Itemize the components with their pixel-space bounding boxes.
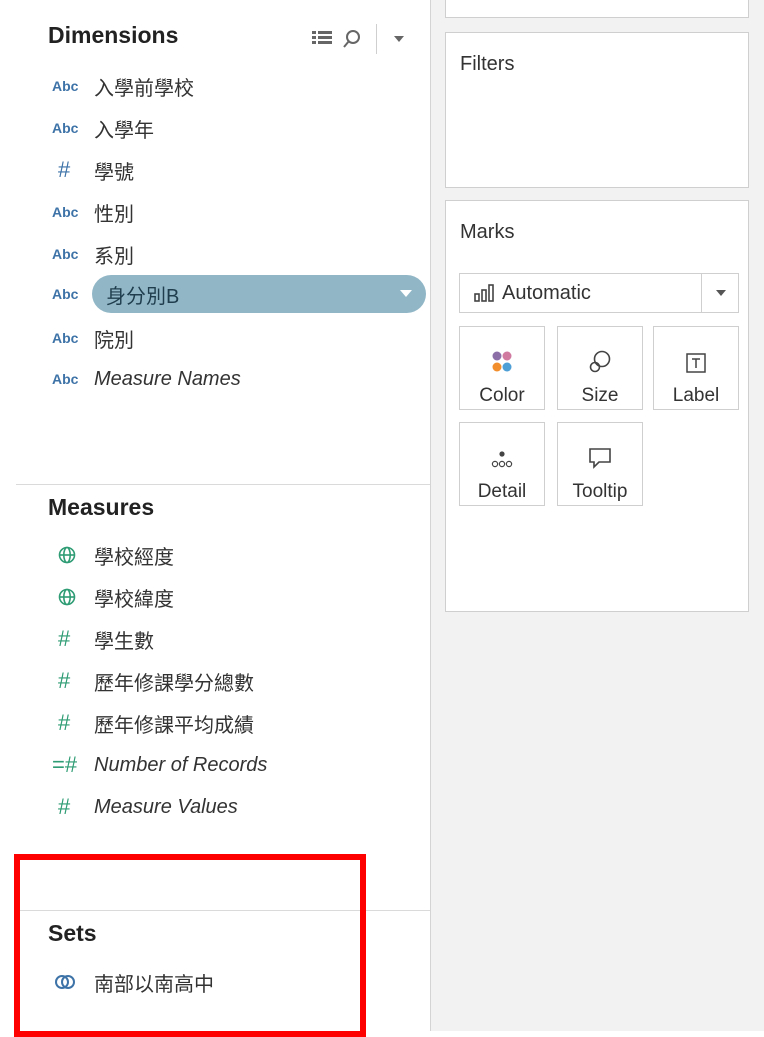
bar-chart-icon (474, 284, 494, 302)
dimension-field[interactable]: Abc 院別 (52, 321, 428, 355)
size-button[interactable]: Size (557, 326, 643, 410)
number-type-glyph: # (58, 668, 71, 693)
measure-field[interactable]: # Measure Values (52, 790, 428, 824)
dimension-field[interactable]: Abc 系別 (52, 237, 428, 271)
field-label: 學校經度 (94, 546, 174, 569)
globe-icon (52, 546, 94, 564)
filters-title: Filters (460, 53, 515, 75)
measure-field[interactable]: # 歷年修課平均成績 (52, 706, 428, 740)
chevron-down-icon[interactable] (387, 27, 411, 51)
detail-icon (491, 429, 513, 469)
field-label: 學號 (94, 161, 134, 184)
number-type-icon: # (52, 796, 94, 818)
field-label: Measure Values (94, 795, 238, 818)
measure-field[interactable]: 學校經度 (52, 538, 428, 572)
number-type-glyph: # (58, 794, 71, 819)
field-label: 系別 (94, 245, 134, 268)
field-label: Measure Names (94, 367, 241, 390)
pane-tools (310, 22, 417, 56)
color-label: Color (479, 385, 525, 406)
string-type-icon: Abc (52, 204, 79, 220)
number-type-icon: # (52, 670, 94, 692)
field-label: 入學前學校 (94, 77, 194, 100)
field-label: 入學年 (94, 119, 154, 142)
selected-field-pill[interactable]: 身分別B (92, 275, 426, 313)
number-type-glyph: =# (52, 752, 78, 777)
number-type-glyph: # (58, 626, 71, 651)
string-type-icon: Abc (52, 120, 79, 136)
field-label: 歷年修課學分總數 (94, 672, 254, 695)
mark-type-label: Automatic (502, 281, 591, 304)
sets-title: Sets (48, 920, 97, 946)
string-type-icon: Abc (52, 330, 79, 346)
chevron-down-icon[interactable] (716, 290, 726, 296)
number-type-icon: # (52, 628, 94, 650)
string-type-icon: Abc (52, 286, 79, 302)
marks-title: Marks (460, 221, 515, 243)
dimension-field[interactable]: # 學號 (52, 153, 428, 187)
shelves-pane: Filters Marks Automatic Color Size Label… (431, 0, 764, 1031)
globe-icon (52, 588, 94, 606)
dimension-field[interactable]: Abc Measure Names (52, 362, 428, 396)
dimension-field[interactable]: Abc 性別 (52, 195, 428, 229)
tooltip-label: Tooltip (572, 481, 628, 502)
string-type-icon: Abc (52, 78, 79, 94)
section-divider (16, 910, 430, 911)
pages-card (445, 0, 749, 18)
chevron-down-icon[interactable] (400, 290, 412, 297)
number-type-icon: # (52, 712, 94, 734)
section-divider (16, 484, 430, 485)
size-icon (589, 333, 611, 373)
measure-field[interactable]: =# Number of Records (52, 748, 428, 782)
dimensions-title: Dimensions (48, 22, 179, 48)
string-type-icon: Abc (52, 246, 79, 262)
label-icon (686, 333, 706, 373)
number-type-icon: # (52, 159, 94, 181)
filters-card[interactable]: Filters (445, 32, 749, 188)
set-field[interactable]: 南部以南高中 (52, 965, 428, 999)
label-label: Label (672, 385, 720, 406)
detail-label: Detail (477, 481, 527, 502)
field-label: Number of Records (94, 753, 268, 776)
mark-type-dropdown[interactable]: Automatic (459, 273, 739, 313)
set-icon (52, 973, 94, 991)
label-button[interactable]: Label (653, 326, 739, 410)
field-label: 學生數 (94, 630, 154, 653)
color-button[interactable]: Color (459, 326, 545, 410)
field-label: 院別 (94, 329, 134, 352)
tooltip-icon (588, 429, 612, 469)
detail-button[interactable]: Detail (459, 422, 545, 506)
marks-card: Marks Automatic Color Size Label Detail … (445, 200, 749, 612)
measure-field[interactable]: # 學生數 (52, 622, 428, 656)
field-label: 學校緯度 (94, 588, 174, 611)
data-pane: Dimensions Abc 入學前學校 Abc 入學年 # 學號 Abc 性別… (0, 0, 431, 1037)
field-label: 身分別B (106, 285, 180, 308)
color-dots-icon (492, 333, 512, 373)
search-icon[interactable] (340, 27, 364, 51)
view-as-list-icon[interactable] (310, 27, 334, 51)
tooltip-button[interactable]: Tooltip (557, 422, 643, 506)
number-type-glyph: # (58, 710, 71, 735)
field-label: 南部以南高中 (94, 973, 214, 996)
size-label: Size (581, 385, 619, 406)
field-label: 性別 (94, 203, 134, 226)
measure-field[interactable]: # 歷年修課學分總數 (52, 664, 428, 698)
dimension-field[interactable]: Abc 入學前學校 (52, 69, 428, 103)
field-label: 歷年修課平均成績 (94, 714, 254, 737)
dropdown-separator (701, 274, 702, 312)
measures-title: Measures (48, 494, 155, 520)
string-type-icon: Abc (52, 371, 79, 387)
number-type-glyph: # (58, 157, 71, 182)
tool-separator (376, 24, 377, 54)
measure-field[interactable]: 學校緯度 (52, 580, 428, 614)
dimension-field[interactable]: Abc 入學年 (52, 111, 428, 145)
calculated-number-icon: =# (52, 754, 94, 776)
